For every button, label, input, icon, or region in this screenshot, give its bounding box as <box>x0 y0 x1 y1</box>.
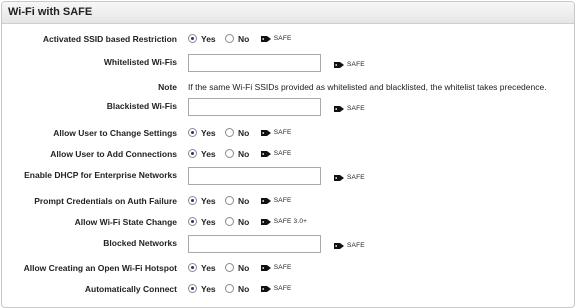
no-label: No <box>238 216 250 227</box>
safe-badge: SAFE <box>347 174 365 182</box>
safe-badge: SAFE <box>273 264 292 272</box>
wifi-safe-panel: Wi-Fi with SAFE Activated SSID based Res… <box>1 1 575 308</box>
note-label: Note <box>158 82 177 92</box>
auto-connect-label: Automatically Connect <box>84 284 177 294</box>
row-allow-add: Allow User to Add Connections Yes No SAF… <box>2 147 574 161</box>
no-label: No <box>238 148 250 159</box>
panel-title: Wi-Fi with SAFE <box>2 2 574 24</box>
wifi-state-no-radio[interactable] <box>225 217 235 227</box>
no-label: No <box>238 262 250 273</box>
tag-icon <box>334 242 344 249</box>
blacklisted-label: Blackisted Wi-Fis <box>106 101 177 111</box>
dhcp-safe: SAFE <box>332 172 365 182</box>
allow-add-yes-radio[interactable] <box>188 149 197 159</box>
yes-label: Yes <box>201 216 216 227</box>
open-hotspot-yes-radio[interactable] <box>188 263 197 273</box>
activated-ssid-control: Yes No SAFE <box>188 33 292 44</box>
no-label: No <box>238 283 250 294</box>
allow-add-control: Yes No SAFE <box>188 148 292 159</box>
open-hotspot-no-radio[interactable] <box>225 263 235 273</box>
no-label: No <box>238 127 250 138</box>
auto-connect-yes-radio[interactable] <box>188 284 197 294</box>
tag-icon <box>260 150 271 157</box>
row-prompt-creds: Prompt Credentials on Auth Failure Yes N… <box>2 194 574 208</box>
safe-badge: SAFE <box>273 35 292 43</box>
blocked-safe: SAFE <box>332 240 365 250</box>
yes-label: Yes <box>201 127 216 138</box>
row-whitelisted: Whitelisted Wi-Fis SAFE <box>2 54 574 74</box>
allow-change-no-radio[interactable] <box>225 128 235 138</box>
tag-icon <box>260 197 271 204</box>
prompt-creds-yes-radio[interactable] <box>188 196 197 206</box>
auto-connect-control: Yes No SAFE <box>188 283 292 294</box>
prompt-creds-label: Prompt Credentials on Auth Failure <box>34 196 177 206</box>
row-dhcp: Enable DHCP for Enterprise Networks SAFE <box>2 167 574 187</box>
no-label: No <box>238 33 250 44</box>
whitelisted-safe: SAFE <box>332 59 365 69</box>
tag-icon <box>260 218 271 225</box>
wifi-state-label: Allow Wi-Fi State Change <box>74 217 177 227</box>
allow-add-label: Allow User to Add Connections <box>50 149 177 159</box>
whitelisted-input[interactable] <box>188 54 321 72</box>
wifi-state-yes-radio[interactable] <box>188 217 197 227</box>
activated-ssid-label: Activated SSID based Restriction <box>42 34 177 44</box>
row-wifi-state: Allow Wi-Fi State Change Yes No SAFE 3.0… <box>2 215 574 229</box>
open-hotspot-control: Yes No SAFE <box>188 262 292 273</box>
row-activated-ssid: Activated SSID based Restriction Yes No … <box>2 32 574 46</box>
safe-badge: SAFE <box>273 150 292 158</box>
yes-label: Yes <box>201 148 216 159</box>
blocked-label: Blocked Networks <box>103 238 177 248</box>
open-hotspot-label: Allow Creating an Open Wi-Fi Hotspot <box>23 263 177 273</box>
tag-icon <box>334 174 344 181</box>
activated-ssid-no-radio[interactable] <box>225 34 235 44</box>
yes-label: Yes <box>201 283 216 294</box>
safe-badge: SAFE <box>347 61 365 69</box>
safe-badge: SAFE <box>273 197 292 205</box>
note-text: If the same Wi-Fi SSIDs provided as whit… <box>188 82 547 92</box>
tag-icon <box>260 264 271 271</box>
dhcp-input[interactable] <box>188 167 321 185</box>
safe-badge: SAFE <box>273 285 292 293</box>
tag-icon <box>260 35 271 42</box>
blacklisted-input[interactable] <box>188 98 321 116</box>
blocked-input[interactable] <box>188 235 321 253</box>
row-blacklisted: Blackisted Wi-Fis SAFE <box>2 98 574 118</box>
blacklisted-safe: SAFE <box>332 103 365 113</box>
safe-badge: SAFE <box>347 242 365 250</box>
tag-icon <box>260 285 271 292</box>
safe-badge: SAFE <box>273 129 292 137</box>
yes-label: Yes <box>201 262 216 273</box>
yes-label: Yes <box>201 33 216 44</box>
allow-change-yes-radio[interactable] <box>188 128 197 138</box>
yes-label: Yes <box>201 195 216 206</box>
allow-add-no-radio[interactable] <box>225 149 235 159</box>
tag-icon <box>334 61 344 68</box>
prompt-creds-control: Yes No SAFE <box>188 195 292 206</box>
allow-change-label: Allow User to Change Settings <box>53 128 177 138</box>
allow-change-control: Yes No SAFE <box>188 127 292 138</box>
no-label: No <box>238 195 250 206</box>
tag-icon <box>260 129 271 136</box>
dhcp-label: Enable DHCP for Enterprise Networks <box>24 170 177 180</box>
safe-badge: SAFE <box>347 105 365 113</box>
row-note: Note If the same Wi-Fi SSIDs provided as… <box>2 81 574 95</box>
row-open-hotspot: Allow Creating an Open Wi-Fi Hotspot Yes… <box>2 261 574 275</box>
row-blocked: Blocked Networks SAFE <box>2 235 574 255</box>
auto-connect-no-radio[interactable] <box>225 284 235 294</box>
whitelisted-label: Whitelisted Wi-Fis <box>103 57 177 67</box>
tag-icon <box>334 105 344 112</box>
prompt-creds-no-radio[interactable] <box>225 196 235 206</box>
row-auto-connect: Automatically Connect Yes No SAFE <box>2 282 574 296</box>
wifi-state-control: Yes No SAFE 3.0+ <box>188 216 307 227</box>
row-allow-change: Allow User to Change Settings Yes No SAF… <box>2 126 574 140</box>
activated-ssid-yes-radio[interactable] <box>188 34 197 44</box>
safe-badge: SAFE 3.0+ <box>273 218 308 226</box>
